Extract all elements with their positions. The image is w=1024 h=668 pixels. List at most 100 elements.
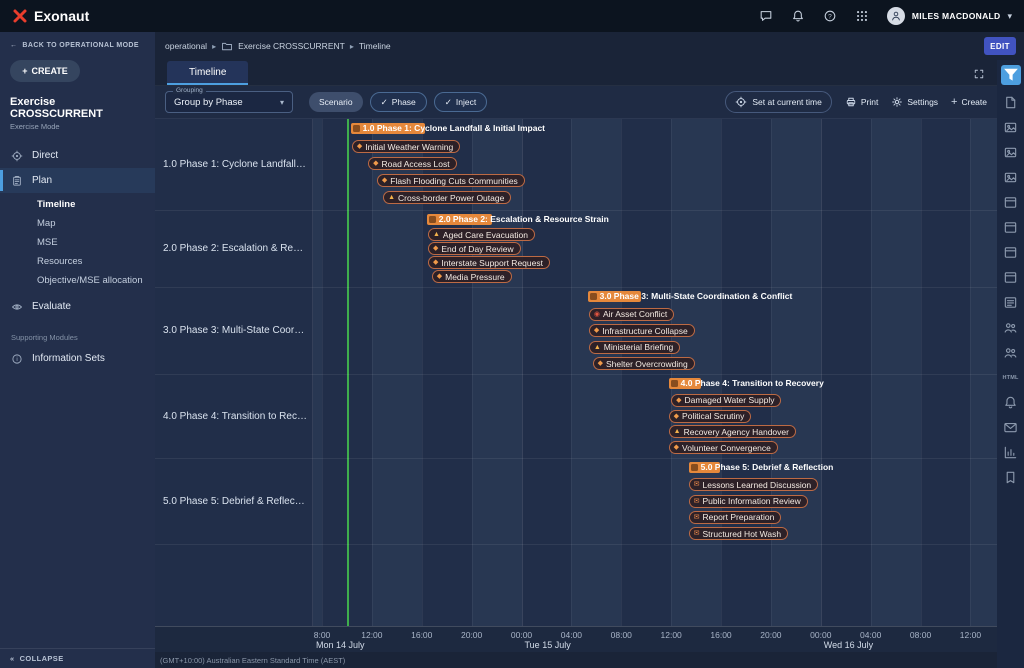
fullscreen-icon[interactable] <box>973 68 985 80</box>
svg-text:?: ? <box>828 13 832 20</box>
inject-chip[interactable]: ◆Flash Flooding Cuts Communities <box>377 174 525 187</box>
inject-chip[interactable]: ◆Shelter Overcrowding <box>593 357 695 370</box>
inject-chip[interactable]: ✉Report Preparation <box>689 511 782 524</box>
image-icon[interactable] <box>1003 120 1018 135</box>
filter-chip-scenario[interactable]: Scenario <box>309 92 363 112</box>
inject-chip[interactable]: ▲Cross-border Power Outage <box>383 191 511 204</box>
sidebar-item-map[interactable]: Map <box>0 214 155 233</box>
library-icon[interactable] <box>1003 470 1018 485</box>
breadcrumb-operational[interactable]: operational <box>165 41 207 51</box>
grouping-select[interactable]: Grouping Group by Phase ▾ <box>165 91 293 113</box>
gridline <box>771 119 772 626</box>
inject-label: Infrastructure Collapse <box>602 326 688 336</box>
set-current-time-button[interactable]: Set at current time <box>725 91 831 113</box>
circle-icon: ◉ <box>594 311 600 318</box>
bullseye-icon <box>11 150 23 162</box>
inject-chip[interactable]: ◆Political Scrutiny <box>669 410 752 423</box>
card-icon-3[interactable] <box>1003 245 1018 260</box>
axis-tick: 20:00 <box>760 630 781 640</box>
time-axis: 8:0012:0016:0020:0000:0004:0008:0012:001… <box>155 626 997 652</box>
settings-button[interactable]: Settings <box>891 96 938 108</box>
tab-timeline[interactable]: Timeline <box>167 61 248 85</box>
group-icon[interactable] <box>1003 320 1018 335</box>
inject-chip[interactable]: ◆Interstate Support Request <box>428 256 550 269</box>
row-label: 4.0 Phase 4: Transition to Recovery <box>155 374 313 458</box>
phase-bar[interactable]: 2.0 Phase 2: Escalation & Resource Strai… <box>427 214 492 225</box>
inject-chip[interactable]: ▲Aged Care Evacuation <box>428 228 535 241</box>
chart-icon[interactable] <box>1003 445 1018 460</box>
sidebar-item-direct[interactable]: Direct <box>0 143 155 168</box>
diamond-icon: ◆ <box>594 327 599 334</box>
card-icon-4[interactable] <box>1003 270 1018 285</box>
filter-chip-inject[interactable]: ✓Inject <box>434 92 487 112</box>
inject-label: Report Preparation <box>702 512 774 522</box>
phase-bar[interactable]: 4.0 Phase 4: Transition to Recovery <box>669 378 701 389</box>
group-icon-2[interactable] <box>1003 345 1018 360</box>
inject-chip[interactable]: ✉Public Information Review <box>689 495 808 508</box>
document-icon[interactable] <box>1003 95 1018 110</box>
sidebar-item-resources[interactable]: Resources <box>0 252 155 271</box>
create-button[interactable]: + CREATE <box>10 60 80 82</box>
sidebar-item-timeline[interactable]: Timeline <box>0 195 155 214</box>
chat-icon[interactable] <box>759 9 773 23</box>
diamond-icon: ◆ <box>382 177 387 184</box>
card-icon-2[interactable] <box>1003 220 1018 235</box>
inject-chip[interactable]: ◆Infrastructure Collapse <box>589 324 695 337</box>
mail-icon[interactable] <box>1003 420 1018 435</box>
mail-icon: ✉ <box>694 514 700 521</box>
card-icon[interactable] <box>1003 195 1018 210</box>
collapse-sidebar-button[interactable]: « COLLAPSE <box>0 648 155 668</box>
help-icon[interactable]: ? <box>823 9 837 23</box>
tab-bar: Timeline <box>155 60 997 86</box>
gridline <box>571 119 572 626</box>
notifications-icon[interactable] <box>791 9 805 23</box>
inject-chip[interactable]: ◉Air Asset Conflict <box>589 308 674 321</box>
inject-chip[interactable]: ◆End of Day Review <box>428 242 521 255</box>
inject-chip[interactable]: ✉Lessons Learned Discussion <box>689 478 819 491</box>
inject-chip[interactable]: ▲Ministerial Briefing <box>589 341 680 354</box>
timezone-note: (GMT+10:00) Australian Eastern Standard … <box>155 652 997 668</box>
html-icon[interactable]: HTML <box>1003 370 1018 385</box>
person-icon <box>890 10 902 22</box>
inject-label: Flash Flooding Cuts Communities <box>390 176 518 186</box>
sidebar-item-information-sets[interactable]: i Information Sets <box>0 346 155 371</box>
edit-button[interactable]: EDIT <box>984 37 1016 55</box>
sidebar-item-evaluate[interactable]: Evaluate <box>0 294 155 319</box>
printer-icon <box>845 96 857 108</box>
gridline <box>921 119 922 626</box>
inject-chip[interactable]: ◆Damaged Water Supply <box>671 394 781 407</box>
back-to-operational-mode[interactable]: ← BACK TO OPERATIONAL MODE <box>0 32 155 51</box>
image-icon-2[interactable] <box>1003 145 1018 160</box>
inject-chip[interactable]: ◆Initial Weather Warning <box>352 140 460 153</box>
breadcrumb-timeline[interactable]: Timeline <box>359 41 391 51</box>
sidebar-item-mse[interactable]: MSE <box>0 233 155 252</box>
inject-chip[interactable]: ◆Volunteer Convergence <box>669 441 778 454</box>
inject-chip[interactable]: ◆Media Pressure <box>432 270 512 283</box>
row-separator <box>155 544 997 545</box>
breadcrumb-exercise[interactable]: Exercise CROSSCURRENT <box>238 41 345 51</box>
grouping-label: Grouping <box>173 87 206 94</box>
diamond-icon: ◆ <box>437 273 442 280</box>
sidebar-item-objective-mse-allocation[interactable]: Objective/MSE allocation <box>0 271 155 290</box>
gridline <box>522 119 523 626</box>
phase-bar[interactable]: 1.0 Phase 1: Cyclone Landfall & Initial … <box>351 123 426 134</box>
inject-chip[interactable]: ◆Road Access Lost <box>368 157 456 170</box>
svg-text:i: i <box>16 357 17 363</box>
gridline <box>970 119 971 626</box>
filter-icon[interactable] <box>1001 65 1021 85</box>
create-timeline-item-button[interactable]: + Create <box>951 97 987 108</box>
phase-bar[interactable]: 3.0 Phase 3: Multi-State Coordination & … <box>588 291 642 302</box>
list-icon[interactable] <box>1003 295 1018 310</box>
apps-grid-icon[interactable] <box>855 9 869 23</box>
filter-chip-phase[interactable]: ✓Phase <box>370 92 427 112</box>
phase-bar[interactable]: 5.0 Phase 5: Debrief & Reflection <box>689 462 720 473</box>
print-button[interactable]: Print <box>845 96 878 108</box>
inject-chip[interactable]: ▲Recovery Agency Handover <box>669 425 796 438</box>
user-menu[interactable]: MILES MACDONALD ▾ <box>887 7 1012 25</box>
inject-chip[interactable]: ✉Structured Hot Wash <box>689 527 788 540</box>
notifications-icon[interactable] <box>1003 395 1018 410</box>
image-icon-3[interactable] <box>1003 170 1018 185</box>
sidebar-item-plan[interactable]: Plan <box>0 168 155 193</box>
inject-label: Aged Care Evacuation <box>443 230 528 240</box>
clipboard-icon <box>11 175 23 187</box>
